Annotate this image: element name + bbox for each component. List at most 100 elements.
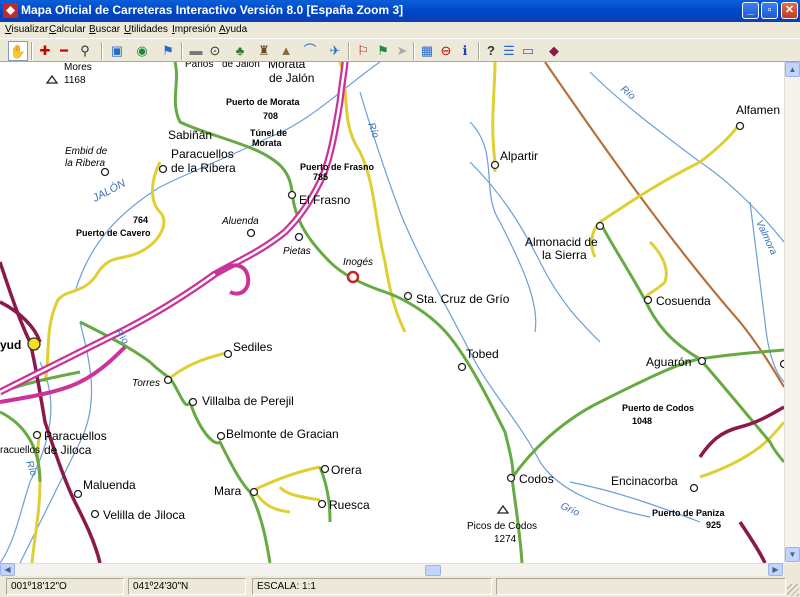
map-label: yud [0,338,21,352]
map-label: la Sierra [542,248,587,262]
map-label: Ruesca [329,498,370,512]
pass-label: 925 [706,520,721,530]
pass-label: Puerto de Codos [622,403,694,413]
window-icon[interactable]: ▭ [518,41,538,61]
menu-bar: Visualizar Calcular Buscar Utilidades Im… [0,22,800,38]
pass-label: 1048 [632,416,652,426]
menu-impresion[interactable]: Impresión [172,24,216,35]
map-view-icon[interactable]: ▣ [107,41,127,61]
pass-label: Túnel de [250,128,287,138]
close-button[interactable]: ✕ [781,2,798,19]
map-label: Alfamen [736,103,780,117]
map-label: El Frasno [299,193,351,207]
map-label: Belmonte de Gracian [226,427,339,441]
pass-label: 708 [263,111,278,121]
list-icon[interactable]: ☰ [499,41,519,61]
map-label: 1168 [64,75,86,86]
map-canvas[interactable]: Morata de Jalón Paños de Jalón Sabiñán P… [0,62,784,563]
horizontal-scrollbar[interactable]: ◀ ▶ [0,563,784,576]
globe-icon[interactable]: ◉ [132,41,152,61]
river-label: Grío [559,501,582,519]
flag-start-icon[interactable]: ⚐ [353,41,373,61]
mountain-icon[interactable]: ▲ [276,41,296,61]
scroll-up-icon[interactable]: ▲ [785,62,800,77]
map-label: Embid de [65,146,108,157]
zoom-out-icon[interactable]: ━ [54,41,74,61]
pass-label: Puerto de Paniza [652,508,726,518]
maximize-button[interactable]: ▫ [761,2,778,19]
status-empty [496,578,786,595]
map-label: Velilla de Jiloca [103,508,185,522]
no-entry-icon[interactable]: ⊖ [436,41,456,61]
map-label: Paracuellos [171,147,234,161]
menu-utilidades[interactable]: Utilidades [124,24,168,35]
map-label: racuellos [0,445,40,456]
title-bar[interactable]: Mapa Oficial de Carreteras Interactivo V… [0,0,800,22]
map-label: Maluenda [83,478,136,492]
app-window: Mapa Oficial de Carreteras Interactivo V… [0,0,800,597]
map-label: Inogés [343,257,373,268]
castle-icon[interactable]: ♜ [254,41,274,61]
map-label: de Jalón [222,62,260,70]
river-label: JALÓN [89,176,127,205]
hand-icon[interactable]: ✋ [8,41,28,61]
point-icon[interactable]: ⊙ [205,41,225,61]
map-label: Sta. Cruz de Grío [416,292,510,306]
map-label: Cosuenda [656,294,711,308]
map-label: Paracuellos [44,429,107,443]
ruler-icon[interactable]: ▬ [186,41,206,61]
map-label: Codos [519,472,554,486]
scroll-down-icon[interactable]: ▼ [785,547,800,562]
river-label: Río [365,121,381,140]
calendar-icon[interactable]: ▦ [417,41,437,61]
status-longitude: 001º18'12"O [6,578,124,595]
pass-label: Puerto de Frasno [300,162,375,172]
airplane-icon[interactable]: ✈ [325,41,345,61]
map-label: Pietas [283,246,311,257]
pass-label: 764 [133,215,148,225]
map-label: Mara [214,484,242,498]
vertical-scrollbar[interactable]: ▲ ▼ [784,62,800,563]
menu-calcular[interactable]: Calcular [49,24,86,35]
map-label: Mores [64,62,92,73]
horizontal-scroll-thumb[interactable] [425,565,441,576]
map-label: Almonacid de [525,235,598,249]
route-icon[interactable]: ⚑ [158,41,178,61]
zoom-in-icon[interactable]: ✚ [35,41,55,61]
map-label: de Jiloca [44,443,92,457]
map-label: Tobed [466,347,499,361]
menu-ayuda[interactable]: Ayuda [219,24,247,35]
info-icon[interactable]: ℹ [455,41,475,61]
book-icon[interactable]: ◆ [544,41,564,61]
app-icon[interactable] [3,3,18,18]
scroll-left-icon[interactable]: ◀ [0,563,15,576]
map-label: Alpartir [500,149,538,163]
status-bar: 001º18'12"O 041º24'30"N ESCALA: 1:1 [0,576,800,597]
arrow-right-icon[interactable]: ➤ [392,41,412,61]
magnifier-icon[interactable]: ⚲ [75,41,95,61]
map-label: Picos de Codos [467,521,537,532]
scroll-right-icon[interactable]: ▶ [768,563,783,576]
map-label: Sabiñán [168,128,212,142]
status-scale: ESCALA: 1:1 [252,578,492,595]
map-label: Torres [132,378,160,389]
tree-icon[interactable]: ♣ [230,41,250,61]
map-label: Encinacorba [611,474,678,488]
map-label: Paños [185,62,213,70]
map-label: de la Ribera [171,161,236,175]
map-label: Villalba de Perejil [202,394,294,408]
motorway [0,62,349,404]
menu-visualizar[interactable]: Visualizar [5,24,48,35]
resize-grip[interactable] [787,584,799,596]
menu-buscar[interactable]: Buscar [89,24,120,35]
river-label: Río [23,459,39,478]
toolbar: ✋ ✚ ━ ⚲ ▣ ◉ ⚑ ▬ ⊙ ♣ ♜ ▲ ⌒ ✈ ⚐ ⚑ ➤ ▦ ⊖ ℹ … [0,38,800,62]
pass-label: 785 [313,172,328,182]
map-label: Aluenda [221,216,259,227]
pass-label: Morata [252,138,282,148]
flag-stop-icon[interactable]: ⚑ [373,41,393,61]
pass-label: Puerto de Cavero [76,228,151,238]
help-icon[interactable]: ? [481,41,501,61]
bridge-icon[interactable]: ⌒ [300,41,320,61]
minimize-button[interactable]: _ [742,2,759,19]
